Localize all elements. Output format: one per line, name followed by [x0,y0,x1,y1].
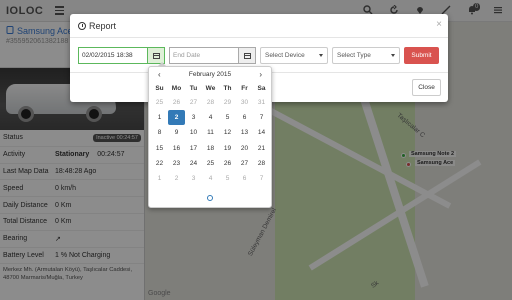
chevron-down-icon [391,54,395,57]
calendar-day[interactable]: 3 [185,171,202,186]
calendar-day[interactable]: 7 [253,171,270,186]
calendar-day[interactable]: 28 [253,156,270,171]
calendar-day[interactable]: 23 [168,156,185,171]
weekday-header: Mo [171,84,182,92]
calendar-day[interactable]: 5 [219,110,236,125]
calendar-day[interactable]: 16 [168,141,185,156]
calendar-day[interactable]: 15 [151,141,168,156]
calendar-day[interactable]: 6 [236,110,253,125]
calendar-day[interactable]: 11 [202,125,219,140]
calendar-icon [152,52,160,59]
calendar-day[interactable]: 9 [168,125,185,140]
weekday-header: Su [155,84,164,92]
calendar-day[interactable]: 25 [151,95,168,110]
calendar-day[interactable]: 20 [236,141,253,156]
datepicker-month-label[interactable]: February 2015 [189,71,231,78]
time-picker-icon[interactable] [207,195,213,202]
calendar-day[interactable]: 6 [236,171,253,186]
next-month-button[interactable]: › [259,70,262,79]
device-select-label: Select Device [265,52,305,59]
calendar-day[interactable]: 5 [219,171,236,186]
calendar-day[interactable]: 4 [202,110,219,125]
submit-button[interactable]: Submit [404,47,439,64]
calendar-day[interactable]: 31 [253,95,270,110]
calendar-day[interactable]: 10 [185,125,202,140]
calendar-day[interactable]: 29 [219,95,236,110]
calendar-day[interactable]: 26 [219,156,236,171]
weekday-header: Sa [257,84,266,92]
calendar-day[interactable]: 28 [202,95,219,110]
prev-month-button[interactable]: ‹ [158,70,161,79]
calendar-day[interactable]: 17 [185,141,202,156]
calendar-day[interactable]: 13 [236,125,253,140]
clock-icon [78,21,86,30]
calendar-day[interactable]: 18 [202,141,219,156]
type-select[interactable]: Select Type [332,47,400,64]
end-date-input[interactable]: End Date [169,47,239,64]
modal-title: Report [89,20,117,31]
weekday-header: Fr [241,84,248,92]
weekday-header: We [205,84,216,92]
calendar-day[interactable]: 4 [202,171,219,186]
calendar-day[interactable]: 3 [185,110,202,125]
weekday-header: Tu [189,84,198,92]
start-date-input[interactable]: 02/02/2015 18:38 [78,47,148,64]
type-select-label: Select Type [337,52,371,59]
calendar-day[interactable]: 21 [253,141,270,156]
device-select[interactable]: Select Device [260,47,328,64]
datepicker-popup: ‹ February 2015 › Su Mo Tu We Th Fr Sa 25 26 27 28… [148,62,272,208]
modal-header: Report × [70,14,448,38]
calendar-day[interactable]: 12 [219,125,236,140]
calendar-day[interactable]: 8 [151,125,168,140]
close-icon[interactable]: × [436,19,442,30]
close-button[interactable]: Close [412,79,441,96]
calendar-day[interactable]: 1 [151,110,168,125]
calendar-day[interactable]: 7 [253,110,270,125]
calendar-day[interactable]: 22 [151,156,168,171]
calendar-icon [243,52,251,59]
weekday-header: Th [223,84,232,92]
calendar-day[interactable]: 19 [219,141,236,156]
calendar-day[interactable]: 30 [236,95,253,110]
calendar-day[interactable]: 2 [168,110,185,126]
calendar-day[interactable]: 27 [236,156,253,171]
calendar-day[interactable]: 27 [185,95,202,110]
end-date-calendar-button[interactable] [239,47,256,64]
calendar-day[interactable]: 26 [168,95,185,110]
calendar-day[interactable]: 1 [151,171,168,186]
calendar-day[interactable]: 2 [168,171,185,186]
calendar-day[interactable]: 24 [185,156,202,171]
calendar-day[interactable]: 25 [202,156,219,171]
chevron-down-icon [319,54,323,57]
calendar-day[interactable]: 14 [253,125,270,140]
